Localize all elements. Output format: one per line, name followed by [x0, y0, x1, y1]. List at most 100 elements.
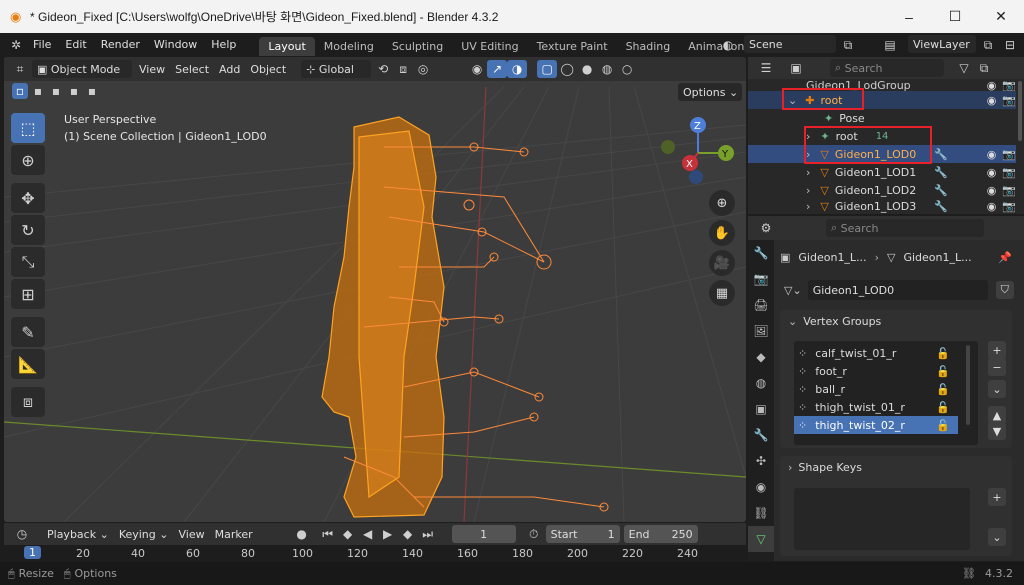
- eye-icon[interactable]: ◉: [987, 94, 997, 107]
- list-item-lod2[interactable]: › ▽ Gideon1_LOD2 🔧 ◉ 📷: [748, 181, 1016, 199]
- lock-icon[interactable]: 🔓: [936, 383, 950, 396]
- constraints-tab-icon[interactable]: ⛓: [748, 500, 774, 526]
- maximize-button[interactable]: ☐: [932, 0, 978, 33]
- play-icon[interactable]: ▶: [378, 525, 398, 543]
- play-reverse-icon[interactable]: ◀: [358, 525, 378, 543]
- measure-tool-icon[interactable]: 📐: [11, 349, 45, 379]
- scene-icon[interactable]: ◐: [718, 36, 738, 54]
- add-cube-tool-icon[interactable]: ⧈: [11, 387, 45, 417]
- camera-icon[interactable]: 📷: [1002, 184, 1016, 197]
- list-item[interactable]: Gideon1_LodGroup ◉ 📷: [748, 79, 1016, 91]
- solid-shading-icon[interactable]: ●: [577, 60, 597, 78]
- tab-animation[interactable]: Animation: [679, 37, 753, 56]
- timeline-ruler[interactable]: 1 20 40 60 80 100 120 140 160 180 200 22…: [4, 545, 746, 562]
- list-item-vertex-group[interactable]: ⁘ thigh_twist_01_r 🔓: [794, 398, 978, 416]
- select-extend-icon[interactable]: ▪: [30, 83, 46, 99]
- shape-keys-header[interactable]: › Shape Keys: [780, 456, 1012, 478]
- output-tab-icon[interactable]: 🖨: [748, 292, 774, 318]
- mesh-datablock-icon[interactable]: ▽⌄: [784, 284, 802, 297]
- playhead-marker[interactable]: 1: [24, 546, 41, 559]
- tab-layout[interactable]: Layout: [259, 37, 315, 56]
- physics-tab-icon[interactable]: ◉: [748, 474, 774, 500]
- new-collection-icon[interactable]: ⧉: [974, 59, 994, 77]
- camera-icon[interactable]: 📷: [1002, 94, 1016, 107]
- camera-icon[interactable]: 📷: [1002, 200, 1016, 213]
- scene-tab-icon[interactable]: ◆: [748, 344, 774, 370]
- move-tool-icon[interactable]: ✥: [11, 183, 45, 213]
- start-frame-field[interactable]: Start 1: [545, 525, 620, 543]
- eye-icon[interactable]: ◉: [987, 166, 997, 179]
- gizmo-toggle-icon[interactable]: ↗: [487, 60, 508, 78]
- shape-key-specials-icon[interactable]: ⌄: [988, 528, 1006, 546]
- menu-view-timeline[interactable]: View: [173, 525, 209, 543]
- display-mode-icon[interactable]: ▣: [786, 59, 806, 77]
- annotate-tool-icon[interactable]: ✎: [11, 317, 45, 347]
- end-frame-field[interactable]: End 250: [623, 525, 698, 543]
- render-tab-icon[interactable]: 📷: [748, 266, 774, 292]
- current-frame-field[interactable]: 1: [451, 525, 516, 543]
- tab-shading[interactable]: Shading: [617, 37, 680, 56]
- list-item-vertex-group[interactable]: ⁘ foot_r 🔓: [794, 362, 978, 380]
- eye-icon[interactable]: ◉: [987, 184, 997, 197]
- close-button[interactable]: ✕: [978, 0, 1024, 33]
- menu-render[interactable]: Render: [94, 38, 147, 51]
- scale-tool-icon[interactable]: ⤡: [11, 247, 45, 277]
- proportional-edit-icon[interactable]: ◎: [413, 60, 433, 78]
- tool-tab-icon[interactable]: 🔧: [748, 240, 774, 266]
- menu-edit[interactable]: Edit: [58, 38, 93, 51]
- eye-icon[interactable]: ◉: [987, 148, 997, 161]
- 3d-viewport[interactable]: ⌗ ▣ Object Mode View Select Add Object ⊹…: [4, 57, 746, 522]
- menu-help[interactable]: Help: [204, 38, 243, 51]
- pan-hand-icon[interactable]: ✋: [709, 220, 735, 246]
- lock-icon[interactable]: 🔓: [936, 419, 950, 432]
- properties-search[interactable]: ⌕ Search: [826, 219, 984, 237]
- world-tab-icon[interactable]: ◍: [748, 370, 774, 396]
- jump-start-icon[interactable]: ⏮: [318, 525, 338, 543]
- timeline-editor-icon[interactable]: ◷: [12, 525, 32, 543]
- fake-user-shield-icon[interactable]: ⛉: [995, 281, 1014, 299]
- lock-icon[interactable]: 🔓: [936, 401, 950, 414]
- material-shading-icon[interactable]: ◍: [597, 60, 617, 78]
- list-item-vertex-group-selected[interactable]: ⁘ thigh_twist_02_r 🔓: [794, 416, 958, 434]
- menu-view[interactable]: View: [134, 60, 170, 78]
- transform-tool-icon[interactable]: ⊞: [11, 279, 45, 309]
- list-item-lod1[interactable]: › ▽ Gideon1_LOD1 🔧 ◉ 📷: [748, 163, 1016, 181]
- menu-marker[interactable]: Marker: [210, 525, 258, 543]
- pivot-icon[interactable]: ⟲: [373, 60, 393, 78]
- list-item-vertex-group[interactable]: ⁘ ball_r 🔓: [794, 380, 978, 398]
- mode-selector[interactable]: ▣ Object Mode: [32, 60, 132, 78]
- select-box-tool-icon[interactable]: ⬚: [11, 113, 45, 143]
- camera-icon[interactable]: 📷: [1002, 148, 1016, 161]
- xray-toggle-icon[interactable]: ▢: [537, 60, 558, 78]
- menu-keying[interactable]: Keying ⌄: [114, 525, 174, 543]
- list-item-lod3[interactable]: › ▽ Gideon1_LOD3 🔧 ◉ 📷: [748, 199, 1016, 214]
- zoom-icon[interactable]: ⊕: [709, 190, 735, 216]
- ortho-grid-icon[interactable]: ▦: [709, 280, 735, 306]
- list-item-root-bone[interactable]: › ✦ root 14: [748, 127, 1016, 145]
- viewlayer-selector[interactable]: ViewLayer: [908, 35, 976, 53]
- particles-tab-icon[interactable]: ✣: [748, 448, 774, 474]
- transform-orientation[interactable]: ⊹ Global: [301, 60, 372, 78]
- eye-icon[interactable]: ◉: [987, 200, 997, 213]
- select-new-icon[interactable]: ▫: [12, 83, 28, 99]
- jump-end-icon[interactable]: ⏭: [418, 525, 438, 543]
- viewlayer-icon[interactable]: ▤: [880, 36, 900, 54]
- menu-select[interactable]: Select: [170, 60, 214, 78]
- new-viewlayer-icon[interactable]: ⧉: [978, 36, 998, 54]
- outliner-scrollbar[interactable]: [1018, 81, 1022, 141]
- editor-type-icon[interactable]: ⌗: [10, 60, 30, 78]
- options-dropdown[interactable]: Options ⌄: [678, 83, 742, 101]
- tab-uv-editing[interactable]: UV Editing: [452, 37, 527, 56]
- menu-file[interactable]: File: [26, 38, 58, 51]
- rotate-tool-icon[interactable]: ↻: [11, 215, 45, 245]
- camera-icon[interactable]: 📷: [1002, 166, 1016, 179]
- filter-icon[interactable]: ▽: [954, 59, 974, 77]
- vertex-group-specials-icon[interactable]: ⌄: [988, 380, 1006, 398]
- lock-icon[interactable]: 🔓: [936, 347, 950, 360]
- auto-key-record-icon[interactable]: ●: [292, 525, 312, 543]
- camera-view-icon[interactable]: 🎥: [709, 250, 735, 276]
- select-intersect-icon[interactable]: ▪: [84, 83, 100, 99]
- menu-object[interactable]: Object: [245, 60, 291, 78]
- add-vertex-group-button[interactable]: +: [988, 341, 1006, 359]
- snap-icon[interactable]: ⧈: [393, 60, 413, 78]
